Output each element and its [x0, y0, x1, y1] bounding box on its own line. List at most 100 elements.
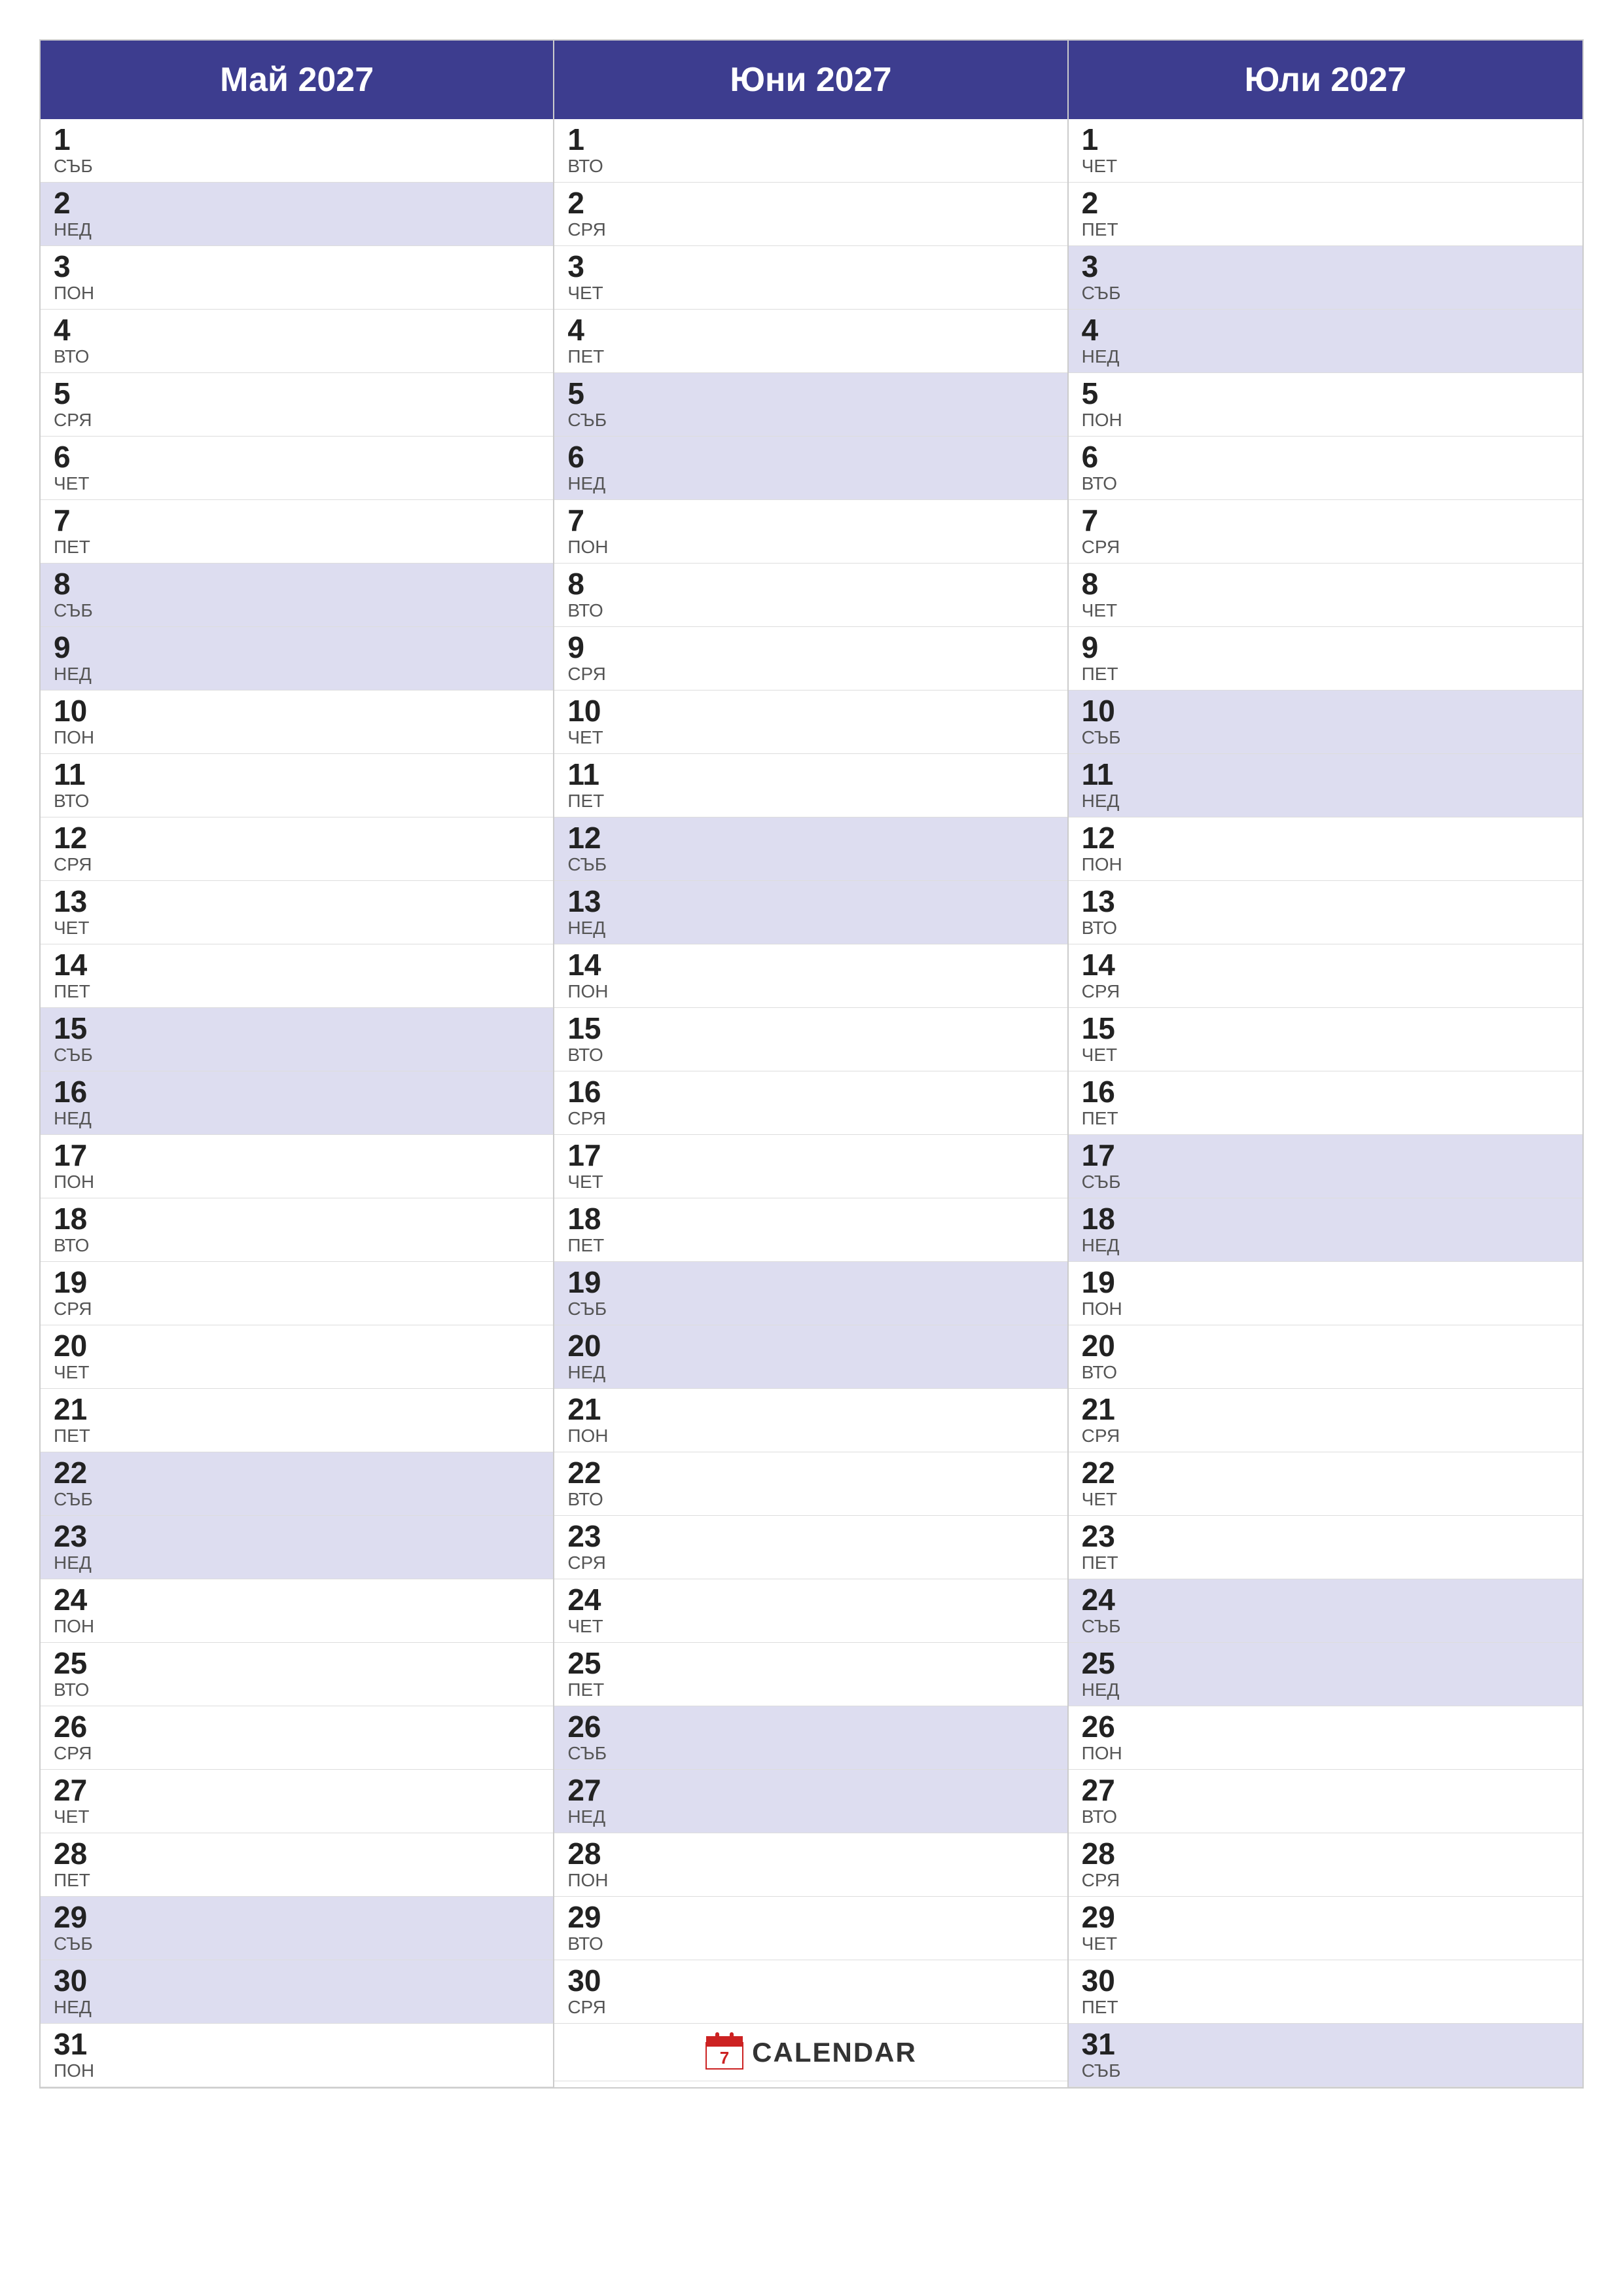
day-number: 2 — [567, 188, 1054, 218]
day-name: ПОН — [567, 981, 1054, 1002]
day-name: ЧЕТ — [567, 1616, 1054, 1637]
day-cell: 29ВТО — [554, 1897, 1067, 1960]
svg-text:7: 7 — [720, 2048, 729, 2068]
day-name: ВТО — [567, 1489, 1054, 1510]
day-number: 8 — [1082, 569, 1569, 599]
day-name: ПОН — [54, 727, 540, 748]
day-number: 18 — [54, 1204, 540, 1234]
day-cell: 6НЕД — [554, 437, 1067, 500]
day-number: 7 — [567, 505, 1054, 535]
day-cell: 1СЪБ — [41, 119, 553, 183]
day-cell: 14СРЯ — [1069, 944, 1582, 1008]
day-cell: 2НЕД — [41, 183, 553, 246]
day-number: 22 — [54, 1458, 540, 1488]
day-cell: 23НЕД — [41, 1516, 553, 1579]
day-number: 31 — [1082, 2029, 1569, 2059]
day-name: ПЕТ — [1082, 1552, 1569, 1573]
day-number: 10 — [54, 696, 540, 726]
day-cell: 26ПОН — [1069, 1706, 1582, 1770]
day-name: ВТО — [567, 600, 1054, 621]
day-number: 3 — [567, 251, 1054, 281]
day-name: ПЕТ — [567, 1235, 1054, 1256]
day-cell: 25ВТО — [41, 1643, 553, 1706]
column-may: 1СЪБ2НЕД3ПОН4ВТО5СРЯ6ЧЕТ7ПЕТ8СЪБ9НЕД10ПО… — [41, 119, 554, 2087]
day-cell: 29ЧЕТ — [1069, 1897, 1582, 1960]
day-cell: 19ПОН — [1069, 1262, 1582, 1325]
day-cell: 23СРЯ — [554, 1516, 1067, 1579]
day-cell: 20ЧЕТ — [41, 1325, 553, 1389]
day-cell: 12СРЯ — [41, 817, 553, 881]
day-number: 26 — [1082, 1712, 1569, 1742]
day-cell: 20ВТО — [1069, 1325, 1582, 1389]
day-cell: 12СЪБ — [554, 817, 1067, 881]
day-name: СЪБ — [567, 410, 1054, 431]
day-number: 20 — [567, 1331, 1054, 1361]
month-header-jun: Юни 2027 — [554, 41, 1068, 119]
day-number: 11 — [567, 759, 1054, 789]
day-number: 1 — [54, 124, 540, 154]
day-number: 15 — [567, 1013, 1054, 1043]
day-name: НЕД — [567, 473, 1054, 494]
day-name: СЪБ — [1082, 283, 1569, 304]
day-number: 12 — [54, 823, 540, 853]
day-name: СРЯ — [567, 664, 1054, 685]
day-number: 16 — [1082, 1077, 1569, 1107]
day-cell: 17ЧЕТ — [554, 1135, 1067, 1198]
day-number: 28 — [567, 1839, 1054, 1869]
day-name: НЕД — [1082, 346, 1569, 367]
day-cell: 18ВТО — [41, 1198, 553, 1262]
day-cell: 8ВТО — [554, 564, 1067, 627]
day-name: ВТО — [54, 1679, 540, 1700]
day-number: 17 — [1082, 1140, 1569, 1170]
day-name: ВТО — [1082, 1806, 1569, 1827]
day-number: 19 — [54, 1267, 540, 1297]
day-name: ВТО — [54, 791, 540, 812]
day-number: 19 — [1082, 1267, 1569, 1297]
day-cell: 10СЪБ — [1069, 691, 1582, 754]
day-name: ПЕТ — [1082, 664, 1569, 685]
day-cell: 7ПОН — [554, 500, 1067, 564]
day-name: ВТО — [54, 346, 540, 367]
day-cell: 1ЧЕТ — [1069, 119, 1582, 183]
day-name: НЕД — [567, 918, 1054, 939]
day-number: 17 — [567, 1140, 1054, 1170]
day-cell: 18НЕД — [1069, 1198, 1582, 1262]
day-number: 1 — [1082, 124, 1569, 154]
day-number: 21 — [1082, 1394, 1569, 1424]
day-cell: 15ВТО — [554, 1008, 1067, 1071]
day-cell: 7ПЕТ — [41, 500, 553, 564]
day-name: ПЕТ — [567, 791, 1054, 812]
day-name: СЪБ — [1082, 727, 1569, 748]
day-cell: 27НЕД — [554, 1770, 1067, 1833]
day-name: НЕД — [54, 664, 540, 685]
day-number: 14 — [567, 950, 1054, 980]
day-cell: 8СЪБ — [41, 564, 553, 627]
day-name: СЪБ — [1082, 1616, 1569, 1637]
day-cell: 20НЕД — [554, 1325, 1067, 1389]
day-cell: 28СРЯ — [1069, 1833, 1582, 1897]
day-number: 15 — [1082, 1013, 1569, 1043]
day-cell: 13НЕД — [554, 881, 1067, 944]
day-number: 31 — [54, 2029, 540, 2059]
day-name: ЧЕТ — [54, 473, 540, 494]
day-cell: 25ПЕТ — [554, 1643, 1067, 1706]
day-name: ПЕТ — [1082, 1997, 1569, 2018]
day-name: ЧЕТ — [54, 918, 540, 939]
day-number: 24 — [1082, 1585, 1569, 1615]
month-header-may: Май 2027 — [41, 41, 554, 119]
day-name: СЪБ — [54, 600, 540, 621]
day-cell: 28ПЕТ — [41, 1833, 553, 1897]
day-name: СРЯ — [1082, 1426, 1569, 1446]
day-name: НЕД — [54, 1108, 540, 1129]
day-name: СЪБ — [54, 1045, 540, 1066]
day-cell: 11НЕД — [1069, 754, 1582, 817]
day-cell: 19СРЯ — [41, 1262, 553, 1325]
day-name: ПОН — [54, 1172, 540, 1193]
day-name: ПОН — [567, 1870, 1054, 1891]
day-cell: 31ПОН — [41, 2024, 553, 2087]
day-cell: 3ЧЕТ — [554, 246, 1067, 310]
day-cell: 8ЧЕТ — [1069, 564, 1582, 627]
day-name: СЪБ — [54, 1933, 540, 1954]
day-cell: 10ЧЕТ — [554, 691, 1067, 754]
day-name: СРЯ — [1082, 1870, 1569, 1891]
